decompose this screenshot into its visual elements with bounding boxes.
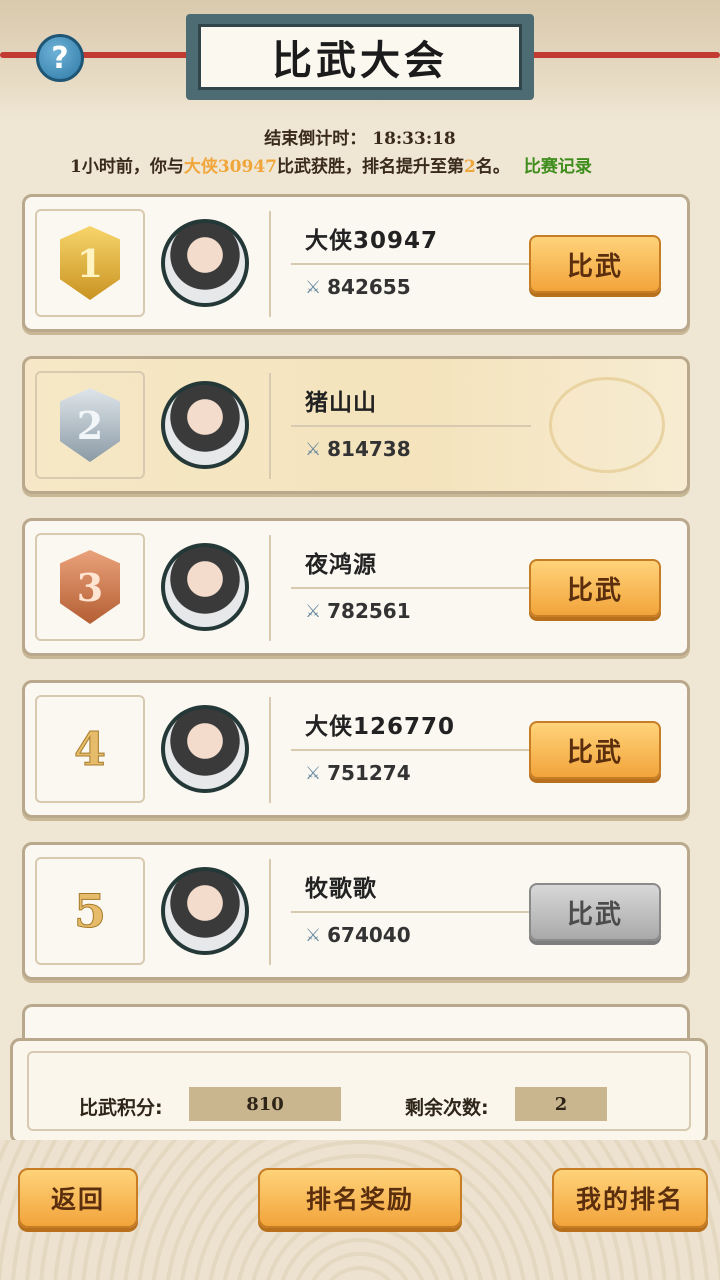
challenge-button[interactable]: 比武 xyxy=(529,721,661,779)
decorative-rope-left xyxy=(0,52,200,58)
gold-medal-icon: 1 xyxy=(60,226,120,300)
bronze-medal-icon: 3 xyxy=(60,550,120,624)
match-record-link[interactable]: 比赛记录 xyxy=(524,157,592,177)
help-button[interactable]: ? xyxy=(36,34,84,82)
news-mid: 比武获胜，排名提升至第 xyxy=(277,157,464,177)
my-rank-button[interactable]: 我的排名 xyxy=(552,1168,708,1228)
remaining-label: 剩余次数: xyxy=(405,1097,489,1119)
divider xyxy=(291,425,531,427)
divider xyxy=(291,263,531,265)
power-value: 814738 xyxy=(327,437,411,461)
points-label: 比武积分: xyxy=(79,1097,163,1119)
player-info: 牧歌歌 ⚔ 674040 xyxy=(269,859,531,965)
rank-badge: 2 xyxy=(35,371,145,479)
silver-medal-icon: 2 xyxy=(60,388,120,462)
leaderboard-row-self: 2 猪山山 ⚔ 814738 xyxy=(22,356,690,494)
stats-panel: 比武积分: 810 剩余次数: 2 xyxy=(10,1038,708,1144)
avatar[interactable] xyxy=(161,705,249,793)
countdown-time: 18:33:18 xyxy=(372,129,456,149)
crossed-swords-icon: ⚔ xyxy=(305,438,322,460)
avatar[interactable] xyxy=(161,543,249,631)
player-name: 夜鸿源 xyxy=(305,552,377,578)
player-info: 大侠30947 ⚔ 842655 xyxy=(269,211,531,317)
rank-badge: 3 xyxy=(35,533,145,641)
divider xyxy=(291,587,531,589)
points-value: 810 xyxy=(189,1087,341,1121)
question-icon: ? xyxy=(51,40,69,76)
crossed-swords-icon: ⚔ xyxy=(305,924,322,946)
player-name: 大侠30947 xyxy=(305,228,439,254)
news-rank: 2 xyxy=(464,157,476,177)
player-name: 猪山山 xyxy=(305,390,377,416)
leaderboard-row: 3 夜鸿源 ⚔ 782561 比武 xyxy=(22,518,690,656)
combat-power: ⚔ 782561 xyxy=(305,599,411,623)
combat-power: ⚔ 751274 xyxy=(305,761,411,785)
avatar[interactable] xyxy=(161,867,249,955)
rank-badge: 5 xyxy=(35,857,145,965)
stats-inner-frame: 比武积分: 810 剩余次数: 2 xyxy=(27,1051,691,1131)
leaderboard-row: 4 大侠126770 ⚔ 751274 比武 xyxy=(22,680,690,818)
rank-number: 2 xyxy=(76,402,104,448)
combat-power: ⚔ 674040 xyxy=(305,923,411,947)
rank-rewards-button[interactable]: 排名奖励 xyxy=(258,1168,462,1228)
avatar[interactable] xyxy=(161,219,249,307)
cloud-decoration-icon xyxy=(549,377,665,473)
page-title: 比武大会 xyxy=(198,24,522,90)
leaderboard-row: 1 大侠30947 ⚔ 842655 比武 xyxy=(22,194,690,332)
news-suffix: 名。 xyxy=(475,157,510,177)
rank-number: 1 xyxy=(76,240,104,286)
rank-number: 3 xyxy=(76,564,104,610)
back-button[interactable]: 返回 xyxy=(18,1168,138,1228)
player-info: 夜鸿源 ⚔ 782561 xyxy=(269,535,531,641)
crossed-swords-icon: ⚔ xyxy=(305,762,322,784)
avatar[interactable] xyxy=(161,381,249,469)
title-plaque: 比武大会 xyxy=(186,14,534,100)
power-value: 782561 xyxy=(327,599,411,623)
rank-badge: 1 xyxy=(35,209,145,317)
player-name: 大侠126770 xyxy=(305,714,456,740)
challenge-button-disabled[interactable]: 比武 xyxy=(529,883,661,941)
divider xyxy=(291,911,531,913)
decorative-rope-right xyxy=(520,52,720,58)
remaining-value: 2 xyxy=(515,1087,607,1121)
combat-power: ⚔ 842655 xyxy=(305,275,411,299)
crossed-swords-icon: ⚔ xyxy=(305,600,322,622)
rank-number: 5 xyxy=(73,884,106,939)
power-value: 751274 xyxy=(327,761,411,785)
player-info: 大侠126770 ⚔ 751274 xyxy=(269,697,531,803)
rank-number: 4 xyxy=(73,722,106,777)
power-value: 674040 xyxy=(327,923,411,947)
battle-news: 1小时前，你与大侠30947比武获胜，排名提升至第2名。 比赛记录 xyxy=(70,152,670,177)
player-name: 牧歌歌 xyxy=(305,876,377,902)
power-value: 842655 xyxy=(327,275,411,299)
countdown-timer: 结束倒计时： 18:33:18 xyxy=(0,124,720,149)
leaderboard-row: 5 牧歌歌 ⚔ 674040 比武 xyxy=(22,842,690,980)
divider xyxy=(291,749,531,751)
crossed-swords-icon: ⚔ xyxy=(305,276,322,298)
rank-badge: 4 xyxy=(35,695,145,803)
challenge-button[interactable]: 比武 xyxy=(529,235,661,293)
countdown-label: 结束倒计时： xyxy=(264,129,367,149)
news-opponent: 大侠30947 xyxy=(183,157,277,177)
player-info: 猪山山 ⚔ 814738 xyxy=(269,373,531,479)
news-prefix: 1小时前，你与 xyxy=(70,157,184,177)
challenge-button[interactable]: 比武 xyxy=(529,559,661,617)
combat-power: ⚔ 814738 xyxy=(305,437,411,461)
